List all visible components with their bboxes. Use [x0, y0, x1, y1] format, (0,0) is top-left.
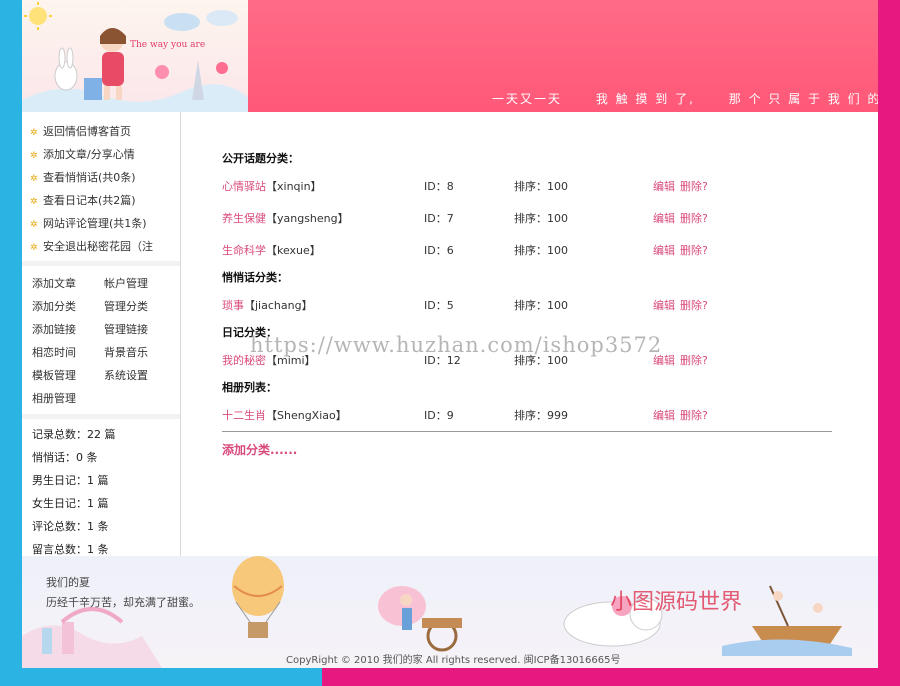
sidebar-link-diary[interactable]: ✲ 查看日记本(共2篇): [30, 189, 180, 212]
svg-text:The way you are: The way you are: [130, 40, 205, 50]
category-order: 排序：999: [514, 409, 568, 422]
stat-girl-diary: 女生日记：1 篇: [32, 497, 109, 510]
edit-link[interactable]: 编辑: [653, 210, 675, 226]
category-link[interactable]: 琐事【jiachang】: [222, 297, 313, 313]
edit-link[interactable]: 编辑: [653, 297, 675, 313]
footer-title: 我们的夏: [46, 576, 90, 589]
category-id: ID：5: [424, 299, 454, 312]
left-color-bar: [0, 0, 22, 686]
watermark-url: https://www.huzhan.com/ishop3572: [250, 333, 663, 357]
sidebar-link-comments[interactable]: ✲ 网站评论管理(共1条): [30, 212, 180, 235]
category-row: 心情驿站【xinqin】 ID：8 排序：100 编辑 删除?: [222, 178, 782, 194]
stat-total-records: 记录总数：22 篇: [32, 428, 116, 441]
delete-link[interactable]: 删除?: [680, 407, 708, 423]
star-bullet-icon: ✲: [30, 128, 38, 138]
edit-link[interactable]: 编辑: [653, 178, 675, 194]
sidebar-link-logout[interactable]: ✲ 安全退出秘密花园（注: [30, 235, 180, 258]
footer: 我们的夏 历经千辛万苦，却充满了甜蜜。 CopyRight © 2010 我们的…: [22, 556, 878, 668]
star-bullet-icon: ✲: [30, 174, 38, 184]
sidebar-link-label: 安全退出秘密花园（注: [43, 240, 153, 253]
admin-link-manage-link[interactable]: 管理链接: [104, 318, 176, 341]
admin-link-album[interactable]: 相册管理: [32, 387, 104, 410]
delete-link[interactable]: 删除?: [680, 242, 708, 258]
admin-link-add-article[interactable]: 添加文章: [32, 272, 104, 295]
delete-link[interactable]: 删除?: [680, 297, 708, 313]
category-order: 排序：100: [514, 244, 568, 257]
category-link[interactable]: 心情驿站【xinqin】: [222, 178, 322, 194]
copyright-text: CopyRight © 2010 我们的家 All rights reserve…: [286, 655, 621, 666]
delete-link[interactable]: 删除?: [680, 352, 708, 368]
category-id: ID：9: [424, 409, 454, 422]
sidebar-link-label: 返回情侣博客首页: [43, 125, 131, 138]
category-row: 琐事【jiachang】 ID：5 排序：100 编辑 删除?: [222, 297, 782, 313]
category-id: ID：6: [424, 244, 454, 257]
category-order: 排序：100: [514, 212, 568, 225]
sidebar-link-blog-home[interactable]: ✲ 返回情侣博客首页: [30, 120, 180, 143]
sidebar: ✲ 返回情侣博客首页 ✲ 添加文章/分享心情 ✲ 查看悄悄话(共0条) ✲ 查看日记本(…: [22, 112, 181, 563]
add-category-link[interactable]: 添加分类......: [222, 441, 297, 458]
category-row: 养生保健【yangsheng】 ID：7 排序：100 编辑 删除?: [222, 210, 782, 226]
category-order: 排序：100: [514, 299, 568, 312]
slogan-part-3: 那 个 只 属 于 我 们 的 < 夏 天 >: [728, 92, 878, 106]
stat-boy-diary: 男生日记：1 篇: [32, 474, 109, 487]
header-slogan: 一天又一天 我 触 摸 到 了, 那 个 只 属 于 我 们 的 < 夏 天 >: [492, 90, 878, 107]
stat-whispers: 悄悄话：0 条: [32, 451, 98, 464]
slogan-part-1: 一天又一天: [492, 92, 563, 106]
sidebar-link-whispers[interactable]: ✲ 查看悄悄话(共0条): [30, 166, 180, 189]
sidebar-link-add-article[interactable]: ✲ 添加文章/分享心情: [30, 143, 180, 166]
admin-link-add-category[interactable]: 添加分类: [32, 295, 104, 318]
admin-link-templates[interactable]: 模板管理: [32, 364, 104, 387]
footer-subtitle: 历经千辛万苦，却充满了甜蜜。: [46, 596, 200, 609]
category-link[interactable]: 养生保健【yangsheng】: [222, 210, 349, 226]
category-row: 生命科学【kexue】 ID：6 排序：100 编辑 删除?: [222, 242, 782, 258]
right-color-bar: [878, 0, 900, 686]
category-row: 十二生肖【ShengXiao】 ID：9 排序：999 编辑 删除?: [222, 407, 782, 423]
star-bullet-icon: ✲: [30, 220, 38, 230]
admin-links: 添加文章 帐户管理 添加分类 管理分类 添加链接 管理链接 相恋时间 背景音乐 …: [22, 266, 180, 414]
star-bullet-icon: ✲: [30, 197, 38, 207]
slogan-part-2: 我 触 摸 到 了,: [595, 92, 695, 106]
delete-link[interactable]: 删除?: [680, 178, 708, 194]
admin-link-account[interactable]: 帐户管理: [104, 272, 176, 295]
section-title-public: 公开话题分类：: [222, 152, 299, 165]
star-bullet-icon: ✲: [30, 243, 38, 253]
star-bullet-icon: ✲: [30, 151, 38, 161]
admin-link-add-link[interactable]: 添加链接: [32, 318, 104, 341]
sidebar-link-label: 网站评论管理(共1条): [43, 217, 147, 230]
sidebar-nav: ✲ 返回情侣博客首页 ✲ 添加文章/分享心情 ✲ 查看悄悄话(共0条) ✲ 查看日记本(…: [22, 112, 180, 261]
category-link[interactable]: 十二生肖【ShengXiao】: [222, 407, 347, 423]
category-link[interactable]: 生命科学【kexue】: [222, 242, 321, 258]
stat-comments: 评论总数：1 条: [32, 520, 109, 533]
category-id: ID：8: [424, 180, 454, 193]
category-order: 排序：100: [514, 180, 568, 193]
banner-art-icon: The way you are: [22, 2, 248, 112]
section-title-album: 相册列表：: [222, 381, 277, 394]
stats-panel: 记录总数：22 篇 悄悄话：0 条 男生日记：1 篇 女生日记：1 篇 评论总数…: [22, 419, 180, 563]
admin-link-settings[interactable]: 系统设置: [104, 364, 176, 387]
header-banner-illustration: The way you are: [22, 0, 248, 112]
watermark-brand: 小图源码世界: [610, 590, 743, 615]
edit-link[interactable]: 编辑: [653, 407, 675, 423]
admin-link-manage-category[interactable]: 管理分类: [104, 295, 176, 318]
list-divider: [222, 431, 832, 432]
admin-link-music[interactable]: 背景音乐: [104, 341, 176, 364]
header: The way you are 一天又一天 我 触 摸 到 了, 那 个 只 属…: [22, 0, 878, 112]
admin-link-love-time[interactable]: 相恋时间: [32, 341, 104, 364]
delete-link[interactable]: 删除?: [680, 210, 708, 226]
bottom-pink-bar: [322, 668, 900, 686]
section-title-whispers: 悄悄话分类：: [222, 271, 288, 284]
bottom-blue-bar: [0, 668, 322, 686]
sidebar-link-label: 查看日记本(共2篇): [43, 194, 136, 207]
sidebar-link-label: 添加文章/分享心情: [43, 148, 135, 161]
sidebar-link-label: 查看悄悄话(共0条): [43, 171, 136, 184]
page-frame: The way you are 一天又一天 我 触 摸 到 了, 那 个 只 属…: [22, 0, 878, 668]
edit-link[interactable]: 编辑: [653, 242, 675, 258]
category-id: ID：7: [424, 212, 454, 225]
